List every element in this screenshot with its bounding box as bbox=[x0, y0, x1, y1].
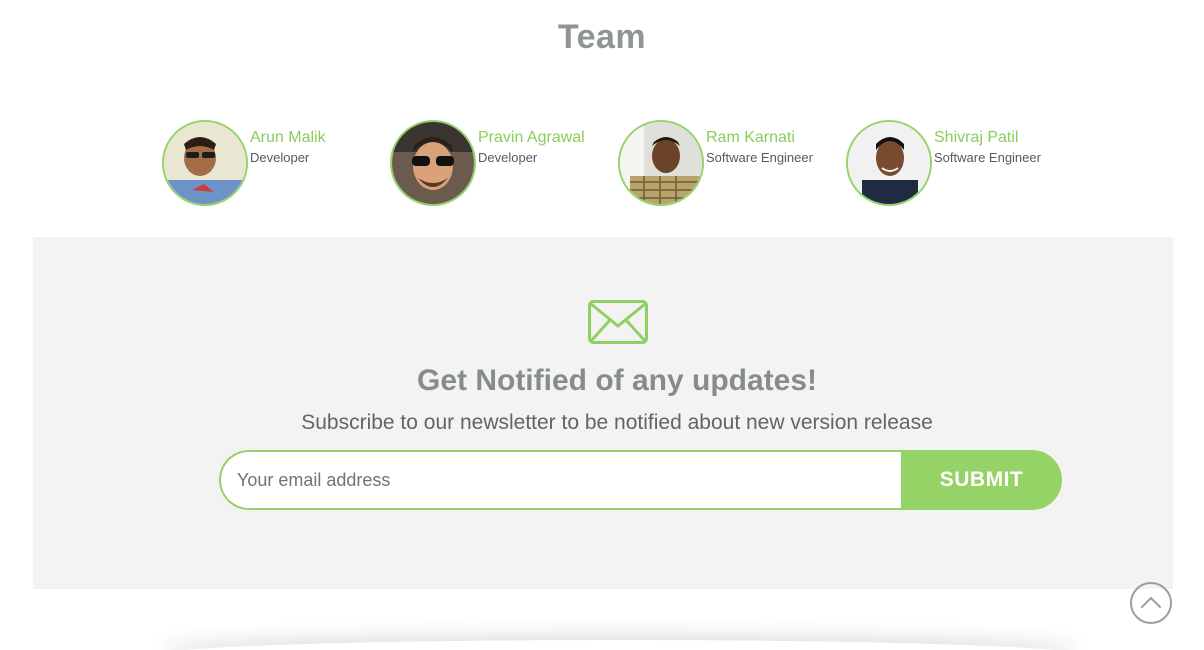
newsletter-subtitle: Subscribe to our newsletter to be notifi… bbox=[301, 411, 933, 434]
scroll-to-top-button[interactable] bbox=[1130, 582, 1172, 624]
member-name: Ram Karnati bbox=[706, 129, 795, 146]
avatar bbox=[390, 120, 476, 206]
team-member-card: Shivraj Patil Software Engineer bbox=[846, 120, 1041, 208]
envelope-icon bbox=[588, 300, 648, 344]
email-input[interactable] bbox=[219, 450, 903, 510]
page: Team Arun Malik Developer Pravin Agrawal… bbox=[0, 0, 1204, 650]
member-name: Arun Malik bbox=[250, 129, 326, 146]
member-role: Developer bbox=[250, 150, 310, 165]
team-member-card: Pravin Agrawal Developer bbox=[390, 120, 585, 208]
team-member-card: Arun Malik Developer bbox=[162, 120, 326, 208]
newsletter-title: Get Notified of any updates! bbox=[416, 364, 818, 397]
submit-button[interactable]: SUBMIT bbox=[901, 450, 1062, 510]
chevron-up-icon bbox=[1141, 597, 1161, 608]
newsletter-form: SUBMIT bbox=[219, 450, 1062, 510]
member-role: Software Engineer bbox=[934, 150, 1041, 165]
team-member-card: Ram Karnati Software Engineer bbox=[618, 120, 813, 208]
avatar bbox=[846, 120, 932, 206]
newsletter-section: Get Notified of any updates! Subscribe t… bbox=[33, 237, 1173, 589]
member-role: Developer bbox=[478, 150, 538, 165]
avatar bbox=[618, 120, 704, 206]
member-role: Software Engineer bbox=[706, 150, 813, 165]
avatar bbox=[162, 120, 248, 206]
footer-edge bbox=[160, 640, 1080, 650]
member-name: Pravin Agrawal bbox=[478, 129, 585, 146]
team-title: Team bbox=[557, 18, 647, 56]
member-name: Shivraj Patil bbox=[934, 129, 1019, 146]
